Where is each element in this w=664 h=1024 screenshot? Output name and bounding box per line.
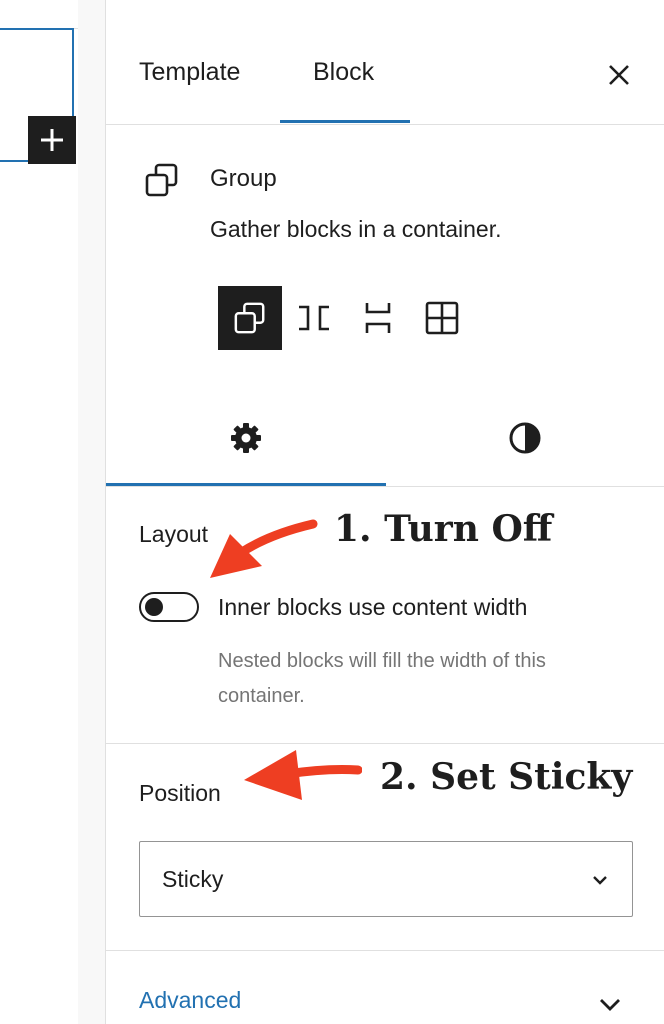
sidebar-tabs: Template Block bbox=[106, 28, 664, 125]
annotation-arrow-icon bbox=[244, 750, 362, 800]
layout-title: Layout bbox=[139, 521, 209, 547]
row-icon bbox=[299, 305, 329, 331]
group-icon bbox=[145, 163, 178, 197]
block-card: Group Gather blocks in a container. bbox=[106, 124, 664, 374]
grid-icon bbox=[425, 301, 459, 335]
block-title: Group bbox=[210, 165, 277, 192]
tab-settings[interactable] bbox=[106, 390, 385, 486]
tab-template[interactable]: Template bbox=[139, 58, 240, 87]
toggle-knob bbox=[145, 598, 163, 616]
editor-gutter bbox=[78, 0, 106, 1024]
variation-grid-button[interactable] bbox=[410, 286, 474, 350]
content-width-toggle-label[interactable]: Inner blocks use content width bbox=[218, 594, 527, 621]
advanced-panel[interactable]: Advanced bbox=[106, 950, 664, 1024]
position-select[interactable]: Sticky bbox=[139, 841, 633, 917]
annotation-step-2: 2. Set Sticky bbox=[380, 756, 633, 798]
tab-block[interactable]: Block bbox=[313, 58, 374, 87]
chevron-down-icon bbox=[600, 999, 620, 1011]
block-description: Gather blocks in a container. bbox=[210, 216, 502, 242]
position-select-value: Sticky bbox=[162, 866, 224, 892]
chevron-down-icon bbox=[593, 876, 607, 885]
plus-icon bbox=[41, 129, 63, 151]
content-width-toggle[interactable] bbox=[139, 592, 199, 622]
position-title: Position bbox=[139, 780, 221, 806]
close-icon[interactable] bbox=[604, 60, 634, 90]
annotation-arrow-icon bbox=[210, 519, 318, 578]
variation-group-button[interactable] bbox=[218, 286, 282, 350]
stack-icon bbox=[365, 303, 391, 333]
tab-styles[interactable] bbox=[385, 390, 664, 486]
settings-style-tabs bbox=[106, 390, 664, 487]
annotation-step-1: 1. Turn Off bbox=[334, 508, 553, 550]
variation-stack-button[interactable] bbox=[346, 286, 410, 350]
advanced-panel-toggle[interactable]: Advanced bbox=[139, 987, 241, 1014]
active-tab-indicator bbox=[280, 120, 410, 123]
content-width-help-text: Nested blocks will fill the width of thi… bbox=[218, 650, 546, 707]
styles-icon bbox=[509, 422, 540, 454]
group-icon bbox=[234, 302, 265, 334]
variation-row-button[interactable] bbox=[282, 286, 346, 350]
gear-icon bbox=[230, 423, 261, 453]
block-inserter-button[interactable] bbox=[28, 116, 76, 164]
